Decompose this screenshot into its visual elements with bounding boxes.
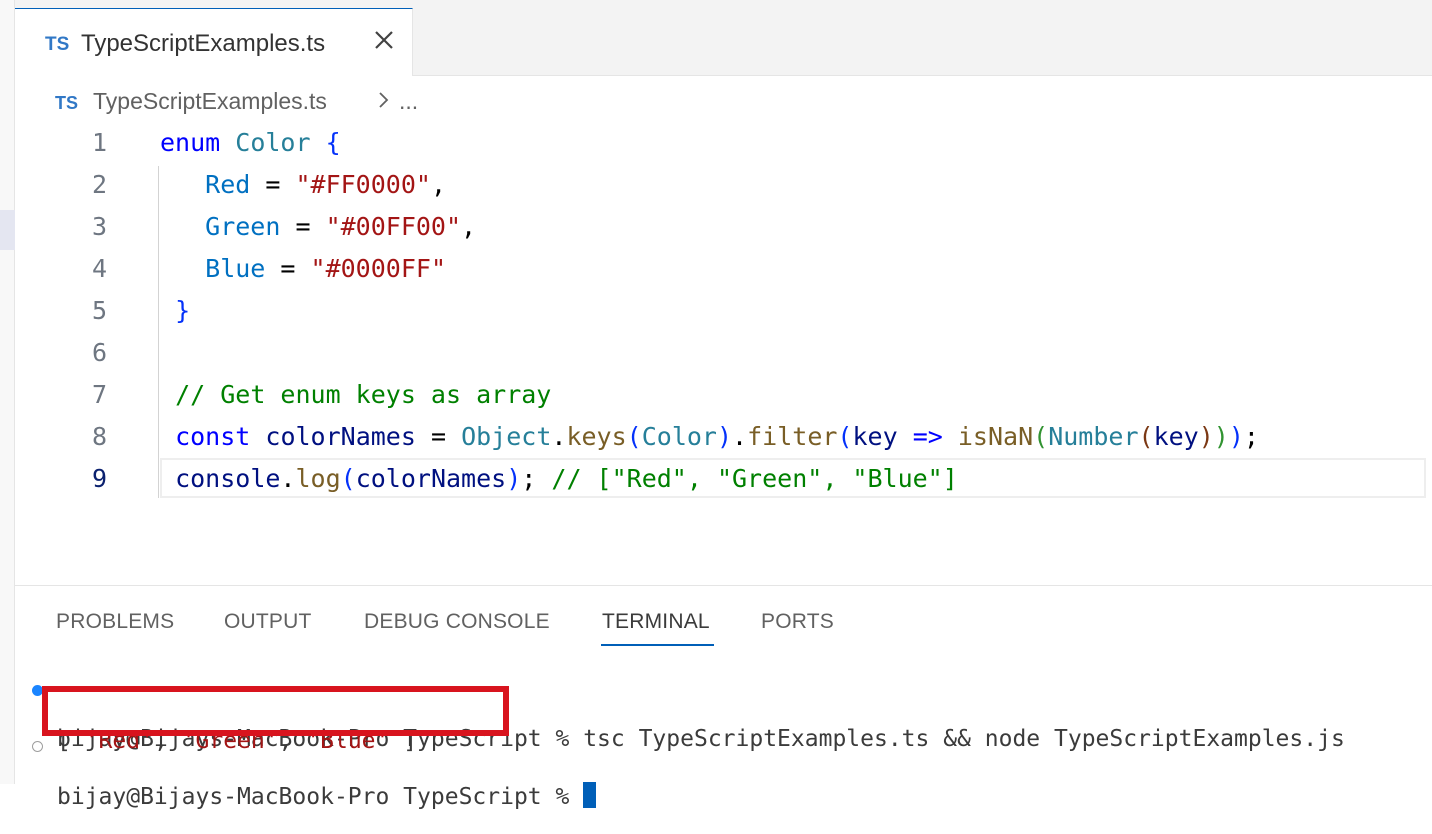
tab-terminal[interactable]: TERMINAL: [602, 610, 710, 634]
breadcrumb: TS TypeScriptExamples.ts ...: [15, 76, 1432, 124]
line-number: 1: [91, 128, 107, 157]
code-line[interactable]: 1 enum Color {: [15, 122, 1432, 164]
code-text: console.log(colorNames); // ["Red", "Gre…: [175, 464, 958, 493]
code-line[interactable]: 2 Red = "#FF0000",: [15, 164, 1432, 206]
line-number: 5: [91, 296, 107, 325]
command-idle-icon: [32, 741, 43, 752]
editor-tab-bar: TS TypeScriptExamples.ts: [15, 0, 1432, 76]
breadcrumb-file[interactable]: TypeScriptExamples.ts: [93, 88, 327, 115]
code-line[interactable]: 4 Blue = "#0000FF": [15, 248, 1432, 290]
line-number: 2: [91, 170, 107, 199]
tab-ports[interactable]: PORTS: [761, 610, 834, 634]
editor-tab-typescriptexamples[interactable]: TS TypeScriptExamples.ts: [15, 8, 413, 76]
code-text: }: [175, 296, 191, 325]
prompt-text: bijay@Bijays-MacBook-Pro TypeScript %: [57, 784, 584, 810]
tab-debug-console[interactable]: DEBUG CONSOLE: [364, 610, 550, 634]
line-number: 7: [91, 380, 107, 409]
activity-indicator: [0, 210, 15, 250]
bottom-panel: PROBLEMS OUTPUT DEBUG CONSOLE TERMINAL P…: [15, 585, 1432, 810]
terminal-prompt[interactable]: bijay@Bijays-MacBook-Pro TypeScript %: [15, 730, 1432, 834]
tab-filename: TypeScriptExamples.ts: [81, 30, 326, 57]
terminal-cursor: [583, 782, 597, 808]
code-text: enum Color {: [160, 128, 341, 157]
line-number: 9: [91, 464, 107, 493]
code-text: Blue = "#0000FF": [205, 254, 446, 283]
code-editor[interactable]: 1 enum Color {2 Red = "#FF0000", 3 Green =…: [15, 122, 1432, 582]
code-line[interactable]: 6: [15, 332, 1432, 374]
code-line[interactable]: 7 // Get enum keys as array: [15, 374, 1432, 416]
code-line[interactable]: 9 console.log(colorNames); // ["Red", "G…: [15, 458, 1432, 500]
line-number: 4: [91, 254, 107, 283]
code-text: Red = "#FF0000",: [205, 170, 446, 199]
code-line[interactable]: 3 Green = "#00FF00",: [15, 206, 1432, 248]
code-text: // Get enum keys as array: [175, 380, 552, 409]
output-highlight-box: [42, 686, 509, 736]
chevron-right-icon: [379, 92, 389, 108]
code-line[interactable]: 5 }: [15, 290, 1432, 332]
line-number: 6: [91, 338, 107, 367]
close-icon[interactable]: [367, 23, 401, 57]
line-number: 3: [91, 212, 107, 241]
line-number: 8: [91, 422, 107, 451]
code-line[interactable]: 8 const colorNames = Object.keys(Color).…: [15, 416, 1432, 458]
typescript-file-icon: TS: [55, 93, 79, 113]
active-tab-indicator: [601, 644, 714, 646]
code-text: Green = "#00FF00",: [205, 212, 477, 241]
tab-problems[interactable]: PROBLEMS: [56, 610, 174, 634]
code-text: const colorNames = Object.keys(Color).fi…: [175, 422, 1259, 451]
typescript-file-icon: TS: [45, 34, 70, 55]
tab-output[interactable]: OUTPUT: [224, 610, 312, 634]
activity-strip: [0, 0, 15, 784]
breadcrumb-symbols[interactable]: ...: [399, 88, 418, 115]
